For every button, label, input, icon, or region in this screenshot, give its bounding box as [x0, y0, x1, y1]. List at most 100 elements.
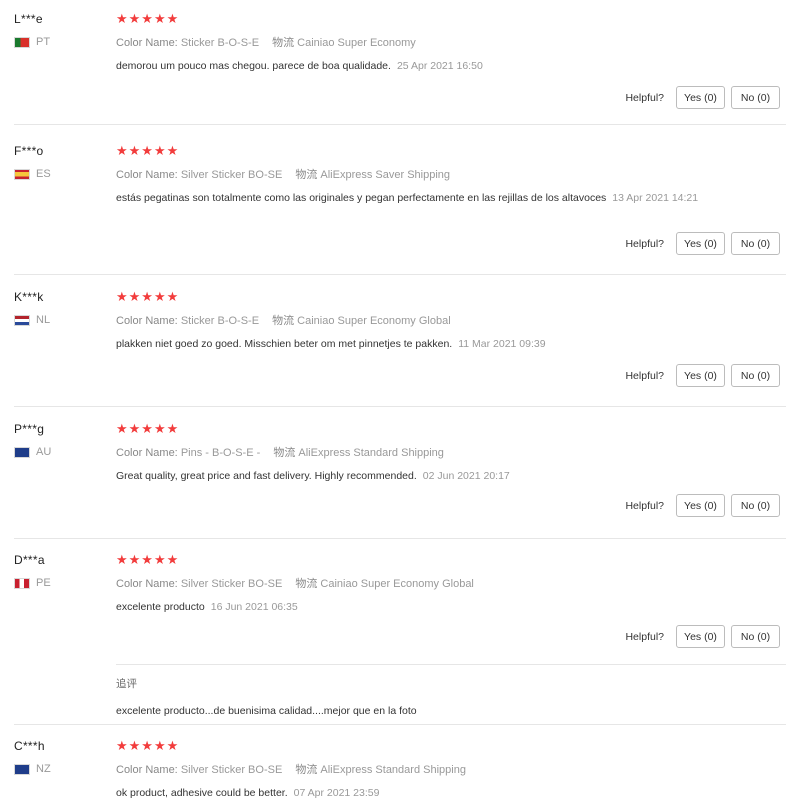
review-divider	[14, 406, 786, 407]
no-button[interactable]: No (0)	[731, 232, 780, 255]
reviewer-country: PE	[14, 577, 51, 589]
color-name-value: Pins - B-O-S-E -	[180, 447, 261, 459]
country-code: NL	[36, 314, 51, 326]
reviewer-name: F***o	[14, 144, 44, 158]
star-rating: ★★★★★	[116, 11, 180, 26]
reviewer-country: AU	[14, 446, 51, 458]
review-divider	[14, 124, 786, 125]
review-text: estás pegatinas son totalmente como las …	[116, 190, 706, 206]
shipping-label: 物流	[273, 447, 296, 459]
review-date: 07 Apr 2021 23:59	[293, 787, 380, 799]
shipping-value: AliExpress Standard Shipping	[320, 764, 466, 776]
color-name-value: Silver Sticker BO-SE	[180, 764, 283, 776]
no-button[interactable]: No (0)	[731, 364, 780, 387]
helpful-actions: Helpful? Yes (0) No (0)	[625, 86, 780, 109]
review-meta: Color Name: Silver Sticker BO-SE 物流 Cain…	[116, 575, 780, 591]
review-meta: Color Name: Silver Sticker BO-SE 物流 AliE…	[116, 761, 780, 777]
no-button[interactable]: No (0)	[731, 494, 780, 517]
review-date: 16 Jun 2021 06:35	[210, 601, 298, 613]
review-content: ★★★★★ Color Name: Sticker B-O-S-E 物流 Cai…	[116, 12, 780, 74]
review-content: ★★★★★ Color Name: Silver Sticker BO-SE 物…	[116, 739, 780, 801]
star-rating: ★★★★★	[116, 143, 180, 158]
no-button[interactable]: No (0)	[731, 86, 780, 109]
review-divider	[14, 538, 786, 539]
color-name-value: Sticker B-O-S-E	[180, 37, 260, 49]
reviewer-name: P***g	[14, 422, 45, 436]
followup-text: excelente producto...de buenisima calida…	[116, 705, 417, 717]
country-code: NZ	[36, 763, 51, 775]
reviewer-country: NL	[14, 314, 50, 326]
shipping-label: 物流	[295, 764, 318, 776]
helpful-actions: Helpful? Yes (0) No (0)	[625, 494, 780, 517]
portugal-flag-icon	[14, 36, 30, 48]
yes-button[interactable]: Yes (0)	[676, 364, 725, 387]
reviewer-country: NZ	[14, 763, 51, 775]
review-date: 25 Apr 2021 16:50	[396, 60, 483, 72]
shipping-value: Cainiao Super Economy Global	[297, 315, 451, 327]
star-rating: ★★★★★	[116, 289, 180, 304]
shipping-value: Cainiao Super Economy	[297, 37, 416, 49]
reviewer-country: PT	[14, 36, 50, 48]
color-name-label: Color Name:	[116, 764, 178, 776]
helpful-label: Helpful?	[625, 369, 664, 382]
review-date: 02 Jun 2021 20:17	[422, 470, 510, 482]
review-divider	[14, 724, 786, 725]
review-body: plakken niet goed zo goed. Misschien bet…	[116, 338, 453, 350]
review-text: ok product, adhesive could be better. 07 …	[116, 785, 716, 801]
helpful-label: Helpful?	[625, 237, 664, 250]
yes-button[interactable]: Yes (0)	[676, 625, 725, 648]
reviewer-info: F***o ES	[14, 144, 51, 180]
star-rating: ★★★★★	[116, 421, 180, 436]
new-zealand-flag-icon	[14, 763, 30, 775]
review-content: ★★★★★ Color Name: Sticker B-O-S-E 物流 Cai…	[116, 290, 780, 352]
yes-button[interactable]: Yes (0)	[676, 494, 725, 517]
country-code: PT	[36, 36, 51, 48]
helpful-label: Helpful?	[625, 499, 664, 512]
netherlands-flag-icon	[14, 314, 30, 326]
reviewer-info: L***e PT	[14, 12, 50, 48]
star-rating: ★★★★★	[116, 738, 180, 753]
color-name-label: Color Name:	[116, 37, 178, 49]
helpful-label: Helpful?	[625, 630, 664, 643]
followup-label: 追评	[116, 678, 137, 690]
shipping-value: Cainiao Super Economy Global	[320, 578, 474, 590]
country-code: ES	[36, 168, 51, 180]
reviewer-info: K***k NL	[14, 290, 50, 326]
review-meta: Color Name: Silver Sticker BO-SE 物流 AliE…	[116, 166, 780, 182]
review-meta: Color Name: Pins - B-O-S-E - 物流 AliExpre…	[116, 444, 780, 460]
helpful-actions: Helpful? Yes (0) No (0)	[625, 364, 780, 387]
shipping-value: AliExpress Standard Shipping	[298, 447, 444, 459]
review-body: ok product, adhesive could be better.	[116, 787, 288, 799]
spain-flag-icon	[14, 168, 30, 180]
peru-flag-icon	[14, 577, 30, 589]
review-date: 11 Mar 2021 09:39	[458, 338, 546, 350]
shipping-value: AliExpress Saver Shipping	[320, 169, 451, 181]
review-body: demorou um pouco mas chegou. parece de b…	[116, 60, 391, 72]
review-meta: Color Name: Sticker B-O-S-E 物流 Cainiao S…	[116, 312, 780, 328]
review-text: excelente producto 16 Jun 2021 06:35	[116, 599, 716, 615]
yes-button[interactable]: Yes (0)	[676, 232, 725, 255]
color-name-value: Silver Sticker BO-SE	[180, 169, 283, 181]
followup-review: 追评 excelente producto...de buenisima cal…	[116, 676, 417, 717]
no-button[interactable]: No (0)	[731, 625, 780, 648]
color-name-value: Silver Sticker BO-SE	[180, 578, 283, 590]
reviewer-info: P***g AU	[14, 422, 51, 458]
review-body: Great quality, great price and fast deli…	[116, 470, 417, 482]
yes-button[interactable]: Yes (0)	[676, 86, 725, 109]
review-list: L***e PT ★★★★★ Color Name: Sticker B-O-S…	[0, 0, 800, 800]
review-divider	[14, 274, 786, 275]
color-name-value: Sticker B-O-S-E	[180, 315, 260, 327]
star-rating: ★★★★★	[116, 552, 180, 567]
review-text: plakken niet goed zo goed. Misschien bet…	[116, 336, 716, 352]
shipping-label: 物流	[272, 315, 295, 327]
review-body: estás pegatinas son totalmente como las …	[116, 192, 607, 204]
reviewer-name: D***a	[14, 553, 45, 567]
reviewer-info: C***h NZ	[14, 739, 51, 775]
country-code: AU	[36, 446, 52, 458]
followup-divider	[116, 664, 786, 665]
review-content: ★★★★★ Color Name: Silver Sticker BO-SE 物…	[116, 553, 780, 615]
review-date: 13 Apr 2021 14:21	[612, 192, 699, 204]
review-text: Great quality, great price and fast deli…	[116, 468, 716, 484]
review-content: ★★★★★ Color Name: Silver Sticker BO-SE 物…	[116, 144, 780, 206]
reviewer-country: ES	[14, 168, 51, 180]
